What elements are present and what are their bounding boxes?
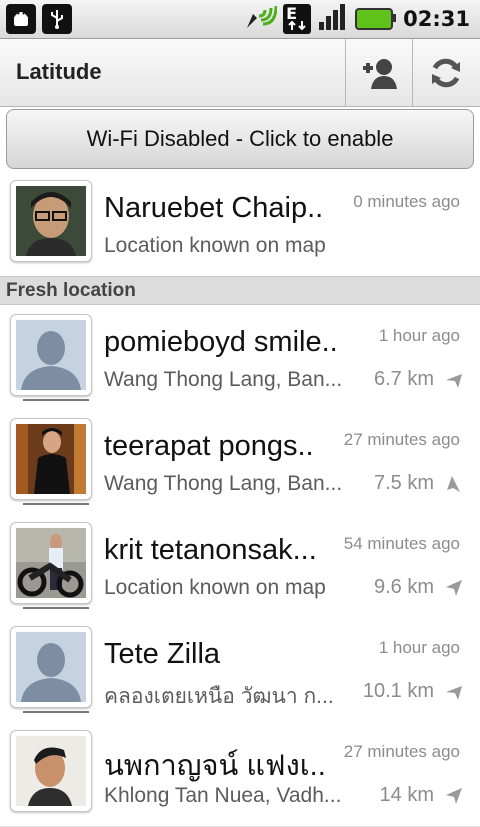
direction-arrow-icon xyxy=(447,476,460,492)
friend-name: teerapat pongs.. xyxy=(104,430,314,462)
action-bar: Latitude xyxy=(0,39,480,107)
enable-wifi-button[interactable]: Wi-Fi Disabled - Click to enable xyxy=(6,109,474,169)
friend-name: นพกาญจน์ แฟงเ.. xyxy=(104,750,326,782)
signal-bars-icon xyxy=(317,2,349,36)
usb-icon xyxy=(42,4,72,34)
gps-signal-icon xyxy=(243,2,278,36)
direction-arrow-icon xyxy=(446,788,462,804)
time-ago: 0 minutes ago xyxy=(353,192,460,211)
friend-name: pomieboyd smile... xyxy=(104,326,340,358)
location-text: Location known on map xyxy=(104,234,326,257)
time-ago: 27 minutes ago xyxy=(343,742,460,761)
android-debug-icon xyxy=(6,4,36,34)
data-updown-icon: E xyxy=(283,4,312,34)
avatar-placeholder xyxy=(10,314,92,401)
section-label: Fresh location xyxy=(6,280,136,301)
time-ago: 54 minutes ago xyxy=(343,534,460,553)
friend-name: Tete Zilla xyxy=(104,638,221,670)
avatar-placeholder xyxy=(10,626,92,713)
distance: 14 km xyxy=(379,784,434,806)
location-text: Wang Thong Lang, Ban... xyxy=(104,368,343,391)
location-text: Khlong Tan Nuea, Vadh... xyxy=(104,784,342,807)
friend-row[interactable]: pomieboyd smile... 1 hour ago Wang Thong… xyxy=(0,306,480,411)
time-ago: 27 minutes ago xyxy=(343,430,460,449)
app-title: Latitude xyxy=(16,59,102,84)
location-text: คลองเตยเหนือ วัฒนา ก... xyxy=(104,685,334,708)
add-friend-button[interactable] xyxy=(345,39,412,106)
section-header: Fresh location xyxy=(0,276,480,305)
direction-arrow-icon xyxy=(446,686,462,700)
distance: 9.6 km xyxy=(373,576,434,598)
friend-row[interactable]: teerapat pongs.. 27 minutes ago Wang Tho… xyxy=(0,410,480,515)
friend-row[interactable]: krit tetanonsak... 54 minutes ago Locati… xyxy=(0,514,480,619)
status-bar: E 02:31 xyxy=(0,0,480,39)
friend-row[interactable]: นพกาญจน์ แฟงเ.. 27 minutes ago Khlong Ta… xyxy=(0,722,480,827)
avatar xyxy=(10,418,92,505)
status-time: 02:31 xyxy=(403,7,470,31)
refresh-button[interactable] xyxy=(412,39,479,106)
distance: 7.5 km xyxy=(373,472,434,494)
battery-charging-icon xyxy=(355,8,397,30)
distance: 10.1 km xyxy=(362,680,434,702)
time-ago: 1 hour ago xyxy=(378,638,460,657)
friend-row[interactable]: Tete Zilla 1 hour ago คลองเตยเหนือ วัฒนา… xyxy=(0,618,480,723)
my-location-row[interactable]: Naruebet Chaip.. 0 minutes ago Location … xyxy=(0,172,480,277)
location-text: Location known on map xyxy=(104,576,326,599)
avatar xyxy=(10,522,92,609)
friend-name: krit tetanonsak... xyxy=(104,534,317,566)
direction-arrow-icon xyxy=(446,374,462,388)
time-ago: 1 hour ago xyxy=(378,326,460,345)
distance: 6.7 km xyxy=(373,368,434,390)
location-text: Wang Thong Lang, Ban... xyxy=(104,472,343,495)
refresh-icon xyxy=(432,58,460,87)
direction-arrow-icon xyxy=(446,580,462,596)
friend-name: Naruebet Chaip.. xyxy=(104,192,324,224)
avatar xyxy=(10,180,92,262)
add-person-icon xyxy=(363,58,397,89)
